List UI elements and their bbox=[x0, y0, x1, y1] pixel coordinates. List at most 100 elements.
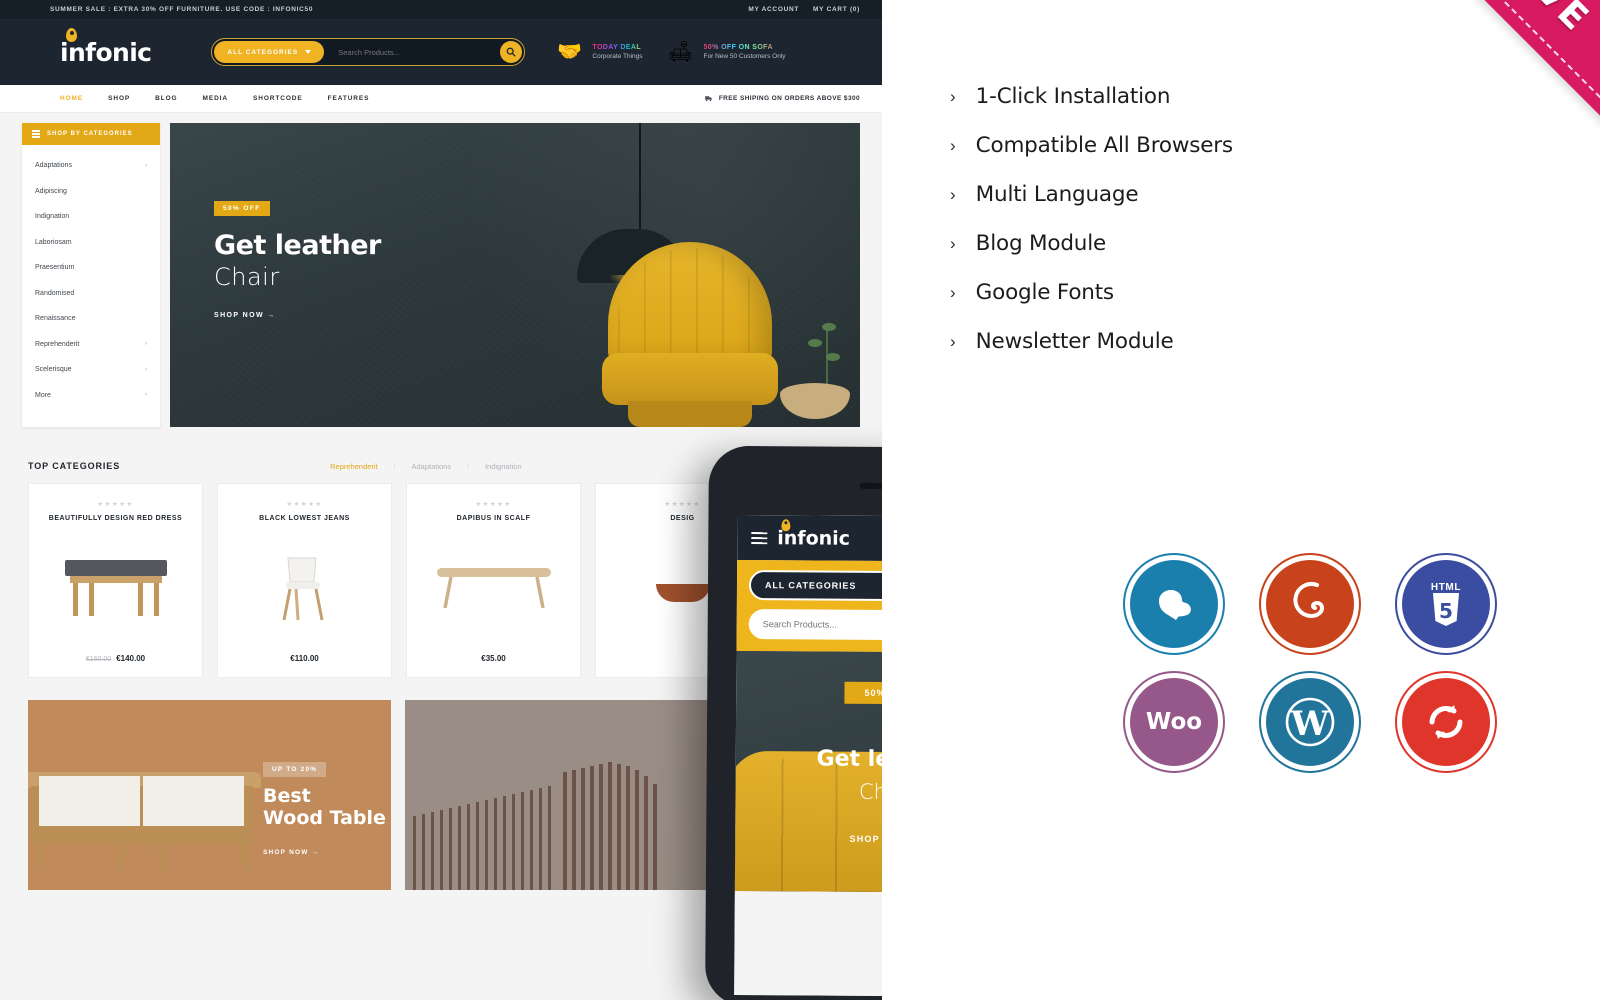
site-logo[interactable]: infonic bbox=[60, 27, 152, 67]
nav-item-blog[interactable]: BLOG bbox=[155, 95, 177, 102]
category-label: Indignation bbox=[35, 213, 70, 221]
chair-illustration bbox=[282, 557, 323, 621]
logo-pin-icon bbox=[781, 518, 791, 531]
category-label: Laboriosam bbox=[35, 238, 72, 246]
sidebar-item-renaissance[interactable]: Renaissance bbox=[22, 306, 160, 332]
category-label: Praesentium bbox=[35, 264, 75, 272]
promo-shop-now-button[interactable]: SHOP NOW → bbox=[263, 849, 319, 856]
category-label: Scelerisque bbox=[35, 366, 72, 374]
nav-item-features[interactable]: FEATURES bbox=[328, 95, 370, 102]
mobile-logo[interactable]: infonic bbox=[777, 518, 850, 549]
tab-reprehenderit[interactable]: Reprehenderit bbox=[330, 462, 378, 471]
product-title: DESIG bbox=[670, 515, 695, 522]
chevron-right-icon: › bbox=[950, 185, 956, 204]
tab-indignation[interactable]: Indignation bbox=[485, 462, 522, 471]
feature-label: Compatible All Browsers bbox=[975, 133, 1233, 158]
product-price: €110.00 bbox=[290, 654, 318, 663]
all-categories-dropdown[interactable]: ALL CATEGORIES bbox=[214, 41, 325, 63]
product-current-price: €140.00 bbox=[116, 654, 146, 663]
promo-title-line1: Best bbox=[263, 785, 311, 807]
sidebar-item-praesentium[interactable]: Praesentium bbox=[22, 255, 160, 281]
categories-header: SHOP BY CATEGORIES bbox=[22, 123, 160, 145]
search-input[interactable] bbox=[324, 47, 501, 57]
nav-item-media[interactable]: MEDIA bbox=[203, 95, 228, 102]
hero-banner[interactable]: 50% OFF Get leather Chair SHOP NOW → bbox=[170, 123, 860, 427]
product-current-price: €110.00 bbox=[290, 654, 319, 663]
chevron-right-icon: › bbox=[950, 136, 956, 155]
truck-icon bbox=[704, 96, 712, 102]
shop-by-categories-panel: SHOP BY CATEGORIES Adaptations › Adipisci… bbox=[22, 123, 160, 427]
html5-badge: HTML 5 bbox=[1395, 553, 1497, 655]
product-price: €160.00 €140.00 bbox=[86, 654, 145, 663]
sidebar-item-scelerisque[interactable]: Scelerisque › bbox=[22, 357, 160, 383]
promo-title-line2: Wood Table bbox=[263, 807, 386, 830]
sidebar-item-adipiscing[interactable]: Adipiscing bbox=[22, 179, 160, 205]
sidebar-item-more[interactable]: More › bbox=[22, 383, 160, 409]
category-label: Reprehenderit bbox=[35, 340, 80, 348]
chevron-down-icon bbox=[305, 50, 312, 54]
rating-stars: ★★★★★ bbox=[286, 501, 323, 508]
technology-badges: HTML 5 Woo W bbox=[1123, 553, 1538, 796]
chevron-right-icon: › bbox=[145, 392, 147, 399]
nav-item-shop[interactable]: SHOP bbox=[108, 95, 130, 102]
product-old-price: €160.00 bbox=[85, 656, 112, 663]
product-card[interactable]: ★★★★★ BLACK LOWEST JEANS €110.00 bbox=[217, 483, 392, 678]
feature-item: › Blog Module bbox=[950, 219, 1370, 268]
ribbon-text: RESPONSIVE bbox=[1366, 0, 1598, 40]
deal-title: TODAY DEAL bbox=[592, 44, 642, 51]
deal-subtitle: Corporate Things bbox=[592, 53, 643, 60]
rating-stars: ★★★★★ bbox=[475, 501, 512, 508]
pendant-lamp-cord bbox=[639, 123, 642, 231]
chevron-right-icon: › bbox=[950, 234, 956, 253]
mobile-all-categories-label: ALL CATEGORIES bbox=[764, 580, 857, 591]
sidebar-item-indignation[interactable]: Indignation bbox=[22, 204, 160, 230]
hero-subtitle: Chair bbox=[214, 263, 280, 291]
product-card[interactable]: ★★★★★ BEAUTIFULLY DESIGN RED DRESS €160.… bbox=[28, 483, 203, 678]
tab-adaptations[interactable]: Adaptations bbox=[411, 462, 451, 471]
hero-discount-badge: 50% OFF bbox=[214, 201, 270, 216]
my-cart-link[interactable]: MY CART (0) bbox=[813, 6, 860, 13]
hero-shop-now-button[interactable]: SHOP NOW → bbox=[214, 312, 276, 319]
sidebar-item-reprehenderit[interactable]: Reprehenderit › bbox=[22, 332, 160, 358]
feature-label: Blog Module bbox=[975, 231, 1107, 256]
sidebar-item-laboriosam[interactable]: Laboriosam bbox=[22, 230, 160, 256]
promo-text: SUMMER SALE : EXTRA 30% OFF FURNITURE. U… bbox=[50, 6, 314, 13]
free-shipping-note: FREE SHIPING ON ORDERS ABOVE $300 bbox=[704, 94, 860, 103]
hamburger-menu-icon[interactable] bbox=[751, 531, 768, 544]
sidebar-item-randomised[interactable]: Randomised bbox=[22, 281, 160, 307]
product-image bbox=[29, 522, 202, 654]
product-title: DAPIBUS IN SCALF bbox=[456, 515, 531, 522]
wordpress-badge: W bbox=[1259, 671, 1361, 773]
yellow-chair-image bbox=[602, 242, 778, 427]
chevron-right-icon: › bbox=[145, 366, 147, 373]
all-categories-label: ALL CATEGORIES bbox=[227, 48, 299, 56]
sidebar-item-adaptations[interactable]: Adaptations › bbox=[22, 153, 160, 179]
chevron-right-icon: › bbox=[950, 283, 956, 302]
plant-leaf bbox=[826, 353, 840, 361]
header-deals: 🤝 TODAY DEAL Corporate Things 🛋 50% OFF … bbox=[553, 39, 786, 65]
search-button[interactable] bbox=[500, 41, 523, 63]
nav-item-home[interactable]: HOME bbox=[60, 95, 83, 102]
product-card[interactable]: ★★★★★ DAPIBUS IN SCALF €35.00 bbox=[406, 483, 581, 678]
slat-bench-illustration bbox=[413, 740, 713, 890]
handshake-icon: 🤝 bbox=[556, 41, 582, 63]
chevron-right-icon: › bbox=[145, 341, 147, 348]
deal-item[interactable]: 🤝 TODAY DEAL Corporate Things bbox=[553, 39, 643, 65]
shipping-text: FREE SHIPING ON ORDERS ABOVE $300 bbox=[718, 95, 860, 102]
product-title: BEAUTIFULLY DESIGN RED DRESS bbox=[48, 515, 183, 522]
category-label: Randomised bbox=[35, 289, 75, 297]
hero-title: Get leather bbox=[214, 230, 381, 261]
promo-badge: UP TO 20% bbox=[263, 762, 327, 777]
chevron-right-icon: › bbox=[950, 87, 956, 106]
site-header: infonic ALL CATEGORIES 🤝 TODAY DEAL Corp… bbox=[0, 19, 882, 85]
nav-item-shortcode[interactable]: SHORTCODE bbox=[253, 95, 303, 102]
deal-title: 50% OFF ON SOFA bbox=[704, 44, 786, 51]
feature-list: › 1-Click Installation › Compatible All … bbox=[950, 72, 1370, 366]
plant-leaf bbox=[822, 323, 836, 331]
armchair-icon: 🛋 bbox=[667, 41, 694, 63]
my-account-link[interactable]: MY ACCOUNT bbox=[748, 6, 799, 13]
feature-label: 1-Click Installation bbox=[975, 84, 1171, 109]
sideboard-illustration bbox=[28, 772, 261, 873]
deal-item[interactable]: 🛋 50% OFF ON SOFA For New 50 Customers O… bbox=[665, 39, 786, 65]
promo-banner-wood-table[interactable]: UP TO 20% Best Wood Table SHOP NOW → bbox=[28, 700, 391, 890]
